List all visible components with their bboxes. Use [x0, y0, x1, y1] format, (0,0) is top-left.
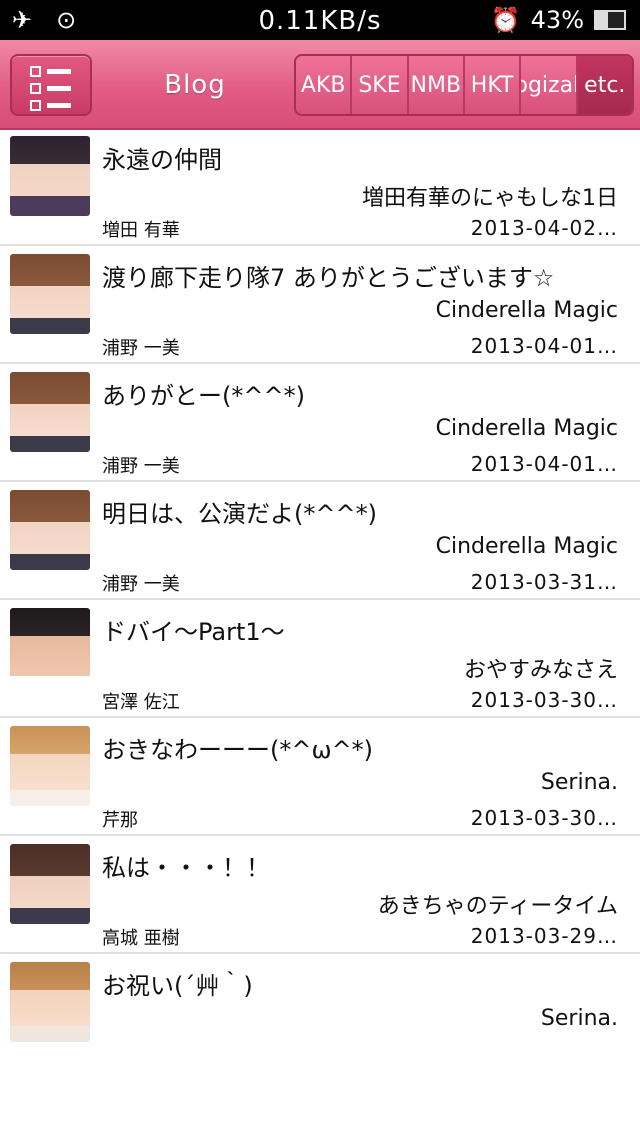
page-title: Blog	[164, 70, 226, 100]
author-avatar	[10, 136, 90, 216]
blog-name: Serina.	[540, 1006, 618, 1031]
segment-akb[interactable]: AKB	[296, 56, 353, 114]
author-avatar	[10, 962, 90, 1042]
author-name: 宮澤 佐江	[102, 692, 180, 713]
post-title: 明日は、公演だよ(*^^*)	[102, 500, 377, 528]
blog-post-row[interactable]: 永遠の仲間 増田有華のにゃもしな1日 増田 有華 2013-04-02…	[0, 128, 640, 246]
post-title: 渡り廊下走り隊7 ありがとうございます☆	[102, 264, 555, 292]
segment-nogizaka[interactable]: Nogizaka	[521, 56, 578, 114]
post-title: 私は・・・！！	[102, 854, 270, 882]
post-title: 永遠の仲間	[102, 146, 222, 174]
blog-name: Cinderella Magic	[435, 416, 618, 441]
segment-ske[interactable]: SKE	[352, 56, 409, 114]
post-date: 2013-04-02…	[470, 216, 618, 240]
blog-name: Cinderella Magic	[435, 298, 618, 323]
post-title: お祝い(´艸｀)	[102, 972, 253, 1000]
author-avatar	[10, 254, 90, 334]
post-title: ありがとー(*^^*)	[102, 382, 305, 410]
post-date: 2013-03-31…	[470, 570, 618, 594]
post-title: おきなわーーー(*^ω^*)	[102, 736, 374, 764]
author-name: 増田 有華	[102, 220, 180, 241]
blog-post-row[interactable]: 明日は、公演だよ(*^^*) Cinderella Magic 浦野 一美 20…	[0, 482, 640, 600]
author-avatar	[10, 490, 90, 570]
post-date: 2013-04-01…	[470, 452, 618, 476]
author-avatar	[10, 608, 90, 688]
post-date: 2013-03-30…	[470, 688, 618, 712]
list-menu-icon	[30, 66, 71, 117]
blog-post-row[interactable]: ドバイ～Part1～ おやすみなさえ 宮澤 佐江 2013-03-30…	[0, 600, 640, 718]
segment-nmb[interactable]: NMB	[409, 56, 465, 114]
post-title: ドバイ～Part1～	[102, 618, 285, 646]
alarm-icon: ⏰	[490, 6, 521, 34]
menu-button[interactable]	[10, 54, 92, 116]
blog-post-list: 永遠の仲間 増田有華のにゃもしな1日 増田 有華 2013-04-02… 渡り廊…	[0, 128, 640, 1070]
battery-icon	[594, 10, 626, 30]
blog-post-row[interactable]: 私は・・・！！ あきちゃのティータイム 高城 亜樹 2013-03-29…	[0, 836, 640, 954]
blog-post-row[interactable]: 渡り廊下走り隊7 ありがとうございます☆ Cinderella Magic 浦野…	[0, 246, 640, 364]
post-date: 2013-03-30…	[470, 806, 618, 830]
status-bar: ✈ ⊙ 0.11KB/s ⏰ 43%	[0, 0, 640, 40]
blog-post-row[interactable]: おきなわーーー(*^ω^*) Serina. 芹那 2013-03-30…	[0, 718, 640, 836]
segment-hkt[interactable]: HKT	[465, 56, 522, 114]
blog-post-row[interactable]: ありがとー(*^^*) Cinderella Magic 浦野 一美 2013-…	[0, 364, 640, 482]
group-segmented-control: AKB SKE NMB HKT Nogizaka etc.	[294, 54, 634, 116]
post-date: 2013-04-01…	[470, 334, 618, 358]
author-avatar	[10, 372, 90, 452]
author-avatar	[10, 726, 90, 806]
battery-percent: 43%	[530, 6, 584, 34]
post-date: 2013-03-29…	[470, 924, 618, 948]
blog-post-row[interactable]: お祝い(´艸｀) Serina.	[0, 954, 640, 1070]
author-name: 浦野 一美	[102, 338, 180, 359]
nav-bar: Blog AKB SKE NMB HKT Nogizaka etc.	[0, 40, 640, 130]
author-name: 浦野 一美	[102, 456, 180, 477]
segment-etc[interactable]: etc.	[577, 56, 632, 114]
blog-name: Cinderella Magic	[435, 534, 618, 559]
author-name: 芹那	[102, 810, 138, 831]
blog-name: あきちゃのティータイム	[377, 894, 618, 919]
author-avatar	[10, 844, 90, 924]
author-name: 浦野 一美	[102, 574, 180, 595]
author-name: 高城 亜樹	[102, 928, 180, 949]
blog-name: おやすみなさえ	[463, 658, 618, 683]
blog-name: Serina.	[540, 770, 618, 795]
blog-name: 増田有華のにゃもしな1日	[362, 186, 618, 211]
